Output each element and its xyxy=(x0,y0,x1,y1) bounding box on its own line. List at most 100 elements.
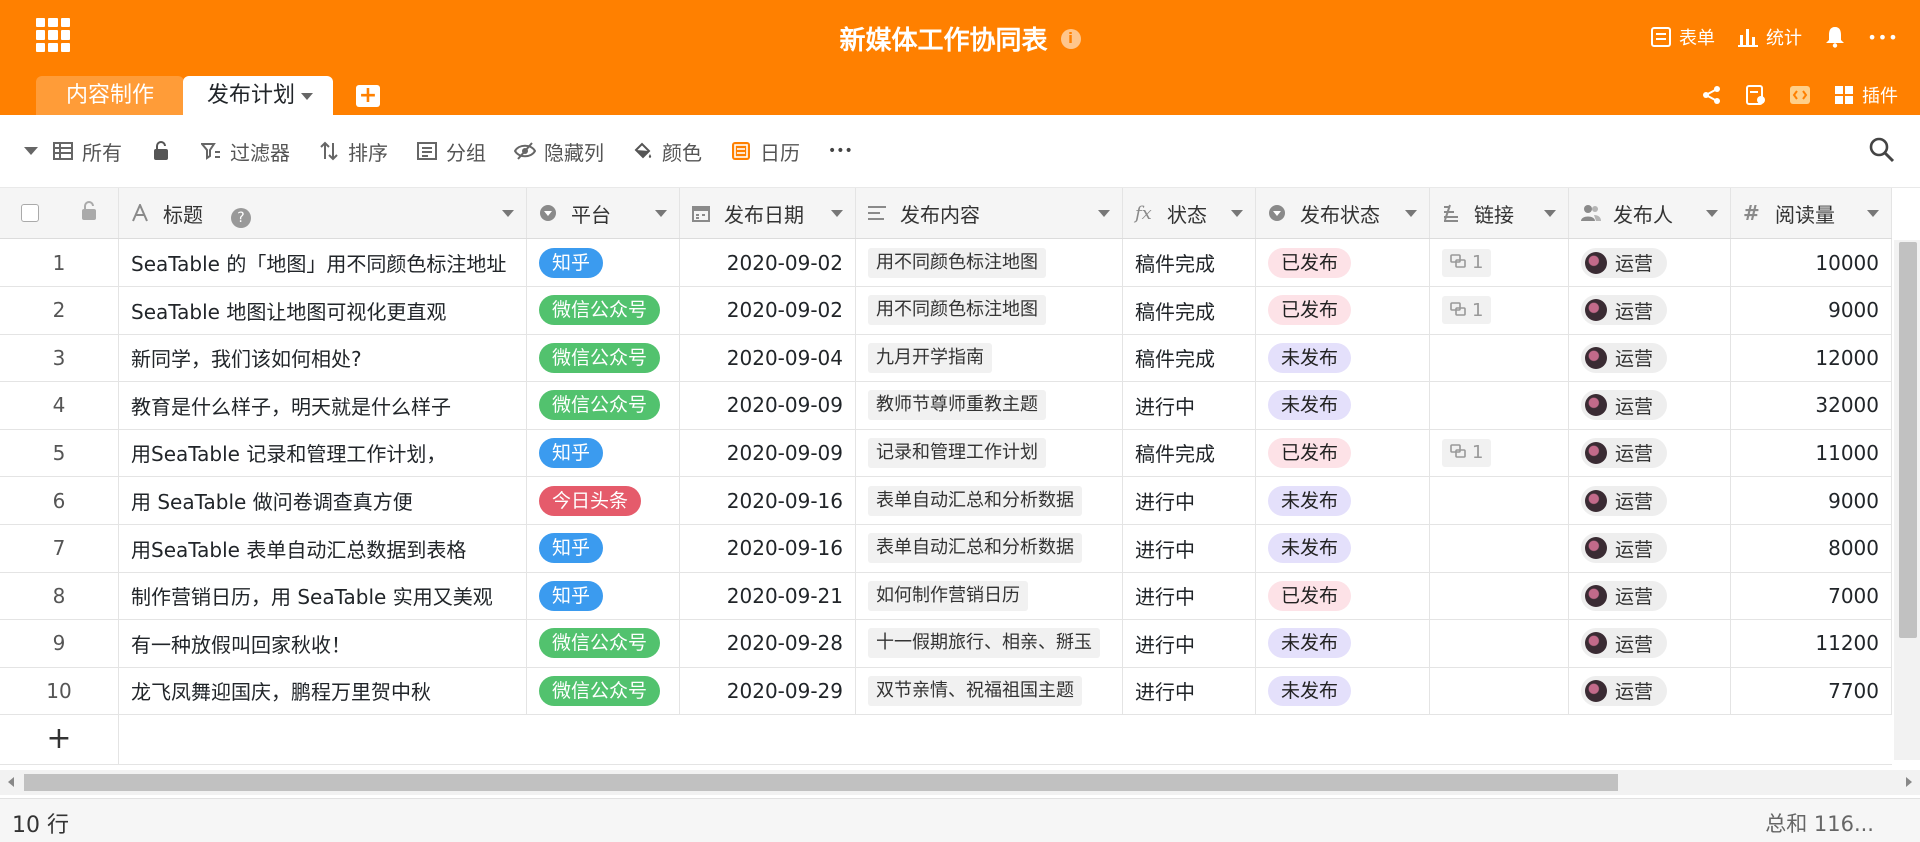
vertical-scrollbar[interactable] xyxy=(1894,240,1920,760)
cell-state[interactable]: 稿件完成 xyxy=(1123,239,1256,286)
hide-columns-button[interactable]: 隐藏列 xyxy=(514,137,604,166)
collaborator-chip[interactable]: 运营 xyxy=(1581,295,1668,326)
cell-publish-state[interactable]: 未发布 xyxy=(1256,477,1430,524)
table-row[interactable]: 1 SeaTable 的「地图」用不同颜色标注地址 知乎 2020-09-02 用不同颜… xyxy=(0,239,1892,287)
select-all-checkbox[interactable] xyxy=(21,204,39,222)
cell-publish-state[interactable]: 未发布 xyxy=(1256,381,1430,429)
cell-platform[interactable]: 微信公众号 xyxy=(527,381,680,429)
column-menu-caret-icon[interactable] xyxy=(1405,209,1417,217)
column-header-state[interactable]: fx 状态 xyxy=(1123,188,1256,238)
linked-record-chip[interactable]: 1 xyxy=(1442,248,1492,277)
collaborator-chip[interactable]: 运营 xyxy=(1581,437,1668,468)
cell-publisher[interactable]: 运营 xyxy=(1569,667,1731,715)
cell-link[interactable] xyxy=(1430,334,1569,382)
cell-platform[interactable]: 微信公众号 xyxy=(527,286,680,334)
archive-view-icon[interactable] xyxy=(1745,84,1767,106)
cell-platform[interactable]: 今日头条 xyxy=(527,477,680,524)
table-row[interactable]: 3 新同学，我们该如何相处? 微信公众号 2020-09-04 九月开学指南 稿件完成 未发… xyxy=(0,334,1892,383)
cell-link[interactable] xyxy=(1430,524,1569,572)
cell-platform[interactable]: 微信公众号 xyxy=(527,334,680,382)
cell-publish-state[interactable]: 已发布 xyxy=(1256,429,1430,477)
scroll-right-arrow-icon[interactable] xyxy=(1906,777,1912,787)
group-button[interactable]: 分组 xyxy=(416,137,486,166)
collaborator-chip[interactable]: 运营 xyxy=(1581,390,1668,421)
row-color-button[interactable]: 颜色 xyxy=(632,137,702,166)
cell-link[interactable] xyxy=(1430,477,1569,524)
tab-menu-caret-icon[interactable] xyxy=(301,92,314,100)
bell-icon[interactable] xyxy=(1824,26,1846,48)
column-menu-caret-icon[interactable] xyxy=(1098,209,1110,217)
column-menu-caret-icon[interactable] xyxy=(1867,209,1879,217)
horizontal-scroll-thumb[interactable] xyxy=(24,774,1618,791)
cell-title[interactable]: SeaTable 的「地图」用不同颜色标注地址 xyxy=(119,239,527,286)
column-menu-caret-icon[interactable] xyxy=(1706,209,1718,217)
linked-record-chip[interactable]: 1 xyxy=(1442,296,1492,325)
cell-publisher[interactable]: 运营 xyxy=(1569,286,1731,334)
cell-publisher[interactable]: 运营 xyxy=(1569,477,1731,524)
column-header-date[interactable]: 发布日期 xyxy=(680,188,856,238)
cell-views[interactable]: 7000 xyxy=(1731,572,1892,620)
collaborator-chip[interactable]: 运营 xyxy=(1581,675,1668,706)
cell-views[interactable]: 9000 xyxy=(1731,477,1892,524)
cell-date[interactable]: 2020-09-02 xyxy=(680,239,856,286)
cell-state[interactable]: 进行中 xyxy=(1123,572,1256,620)
cell-link[interactable] xyxy=(1430,667,1569,715)
cell-state[interactable]: 进行中 xyxy=(1123,667,1256,715)
column-menu-caret-icon[interactable] xyxy=(1544,209,1556,217)
column-header-platform[interactable]: 平台 xyxy=(527,188,680,238)
cell-content[interactable]: 九月开学指南 xyxy=(856,334,1123,382)
share-icon[interactable] xyxy=(1701,84,1723,106)
vertical-scroll-thumb[interactable] xyxy=(1899,242,1917,638)
cell-publish-state[interactable]: 未发布 xyxy=(1256,667,1430,715)
add-table-button[interactable]: + xyxy=(356,85,380,107)
cell-link[interactable]: 1 xyxy=(1430,286,1569,334)
cell-state[interactable]: 进行中 xyxy=(1123,381,1256,429)
collaborator-chip[interactable]: 运营 xyxy=(1581,247,1668,278)
cell-state[interactable]: 进行中 xyxy=(1123,477,1256,524)
cell-date[interactable]: 2020-09-09 xyxy=(680,381,856,429)
cell-platform[interactable]: 知乎 xyxy=(527,572,680,620)
column-header-views[interactable]: # 阅读量 xyxy=(1731,188,1892,238)
horizontal-scrollbar[interactable] xyxy=(0,770,1920,795)
table-row[interactable]: 10 龙飞凤舞迎国庆，鹏程万里贺中秋 微信公众号 2020-09-29 双节亲情、祝福祖… xyxy=(0,667,1892,716)
cell-publish-state[interactable]: 已发布 xyxy=(1256,286,1430,334)
cell-date[interactable]: 2020-09-04 xyxy=(680,334,856,382)
cell-title[interactable]: 制作营销日历，用 SeaTable 实用又美观 xyxy=(119,572,527,620)
view-selector[interactable]: 所有 xyxy=(52,137,122,166)
cell-views[interactable]: 32000 xyxy=(1731,381,1892,429)
filter-button[interactable]: 过滤器 xyxy=(200,137,290,166)
cell-publisher[interactable]: 运营 xyxy=(1569,334,1731,382)
search-icon[interactable] xyxy=(1868,136,1898,166)
cell-content[interactable]: 十一假期旅行、相亲、掰玉 xyxy=(856,619,1123,667)
cell-title[interactable]: SeaTable 地图让地图可视化更直观 xyxy=(119,286,527,334)
cell-title[interactable]: 用SeaTable 表单自动汇总数据到表格 xyxy=(119,524,527,572)
cell-views[interactable]: 7700 xyxy=(1731,667,1892,715)
cell-platform[interactable]: 知乎 xyxy=(527,524,680,572)
table-row[interactable]: 5 用SeaTable 记录和管理工作计划， 知乎 2020-09-09 记录和管理工作… xyxy=(0,429,1892,478)
column-summary[interactable]: 总和 116... xyxy=(1765,808,1874,838)
cell-views[interactable]: 12000 xyxy=(1731,334,1892,382)
cell-title[interactable]: 教育是什么样子，明天就是什么样子 xyxy=(119,381,527,429)
cell-date[interactable]: 2020-09-29 xyxy=(680,667,856,715)
cell-link[interactable] xyxy=(1430,381,1569,429)
cell-publisher[interactable]: 运营 xyxy=(1569,524,1731,572)
column-menu-caret-icon[interactable] xyxy=(1231,209,1243,217)
cell-date[interactable]: 2020-09-16 xyxy=(680,524,856,572)
cell-content[interactable]: 表单自动汇总和分析数据 xyxy=(856,524,1123,572)
cell-views[interactable]: 11200 xyxy=(1731,619,1892,667)
cell-publish-state[interactable]: 未发布 xyxy=(1256,334,1430,382)
table-row[interactable]: 4 教育是什么样子，明天就是什么样子 微信公众号 2020-09-09 教师节尊师重教主… xyxy=(0,381,1892,430)
cell-platform[interactable]: 知乎 xyxy=(527,239,680,286)
cell-state[interactable]: 稿件完成 xyxy=(1123,429,1256,477)
cell-state[interactable]: 进行中 xyxy=(1123,524,1256,572)
cell-publisher[interactable]: 运营 xyxy=(1569,239,1731,286)
script-icon[interactable] xyxy=(1789,84,1811,106)
calendar-button[interactable]: 日历 xyxy=(730,137,800,166)
cell-link[interactable] xyxy=(1430,619,1569,667)
stats-button[interactable]: 统计 xyxy=(1737,24,1802,50)
cell-date[interactable]: 2020-09-16 xyxy=(680,477,856,524)
cell-title[interactable]: 有一种放假叫回家秋收！ xyxy=(119,619,527,667)
cell-platform[interactable]: 微信公众号 xyxy=(527,619,680,667)
collaborator-chip[interactable]: 运营 xyxy=(1581,628,1668,659)
sort-button[interactable]: 排序 xyxy=(318,137,388,166)
